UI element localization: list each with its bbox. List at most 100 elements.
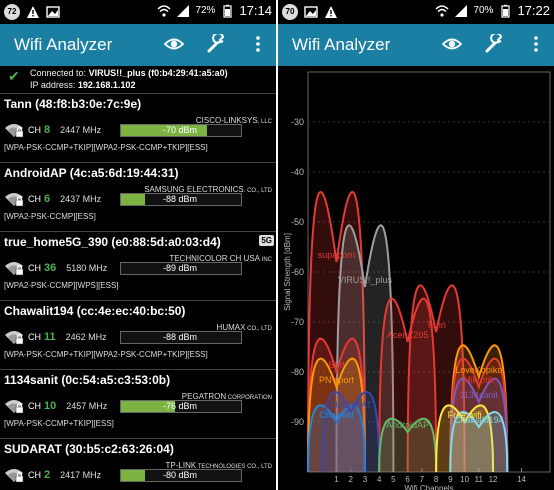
signal-meter: -80 dBm	[120, 469, 242, 482]
signal-meter: -88 dBm	[120, 193, 242, 206]
x-tick-label: 12	[489, 475, 498, 484]
series-label: 1134sanit	[460, 390, 499, 400]
clock: 17:22	[517, 3, 550, 18]
eye-icon[interactable]	[164, 34, 184, 54]
series-label: AndroidAP	[386, 420, 429, 430]
check-icon: ✔	[8, 68, 20, 84]
y-tick-label: -90	[291, 417, 304, 427]
channel-graph-svg: -30-40-50-60-70-80-901 2 3 4 5 6 7 8 9 10 11 12 14Si…	[283, 71, 551, 490]
list-item[interactable]: Chawalit194 (cc:4e:ec:40:bc:50) HUMAX CO.…	[0, 301, 276, 370]
app-title: Wifi Analyzer	[14, 35, 113, 54]
status-bar: 72 72% 17:14	[0, 0, 276, 24]
channel-label: CH	[28, 332, 41, 342]
frequency: 5180 MHz	[66, 263, 108, 273]
connected-ssid: VIRUS!!_plus (f0:b4:29:41:a5:a0)	[88, 68, 228, 78]
notification-badge: 70	[282, 4, 298, 20]
eye-icon[interactable]	[442, 34, 462, 54]
list-item[interactable]: true_home5G_390 (e0:88:5d:a0:03:d4) 5G TEC…	[0, 232, 276, 301]
series-label: PN sport	[319, 375, 355, 385]
series-label: Bird	[328, 360, 344, 370]
wifi-status-icon	[157, 4, 171, 17]
channel-label: CH	[28, 401, 41, 411]
ap-ssid: SUDARAT (30:b5:c2:63:26:04)	[4, 442, 174, 456]
battery-icon	[223, 4, 233, 18]
channel-label: CH	[28, 263, 41, 273]
x-tick-label: 3	[363, 475, 368, 484]
x-tick-label: 14	[517, 475, 526, 484]
ip-label: IP address:	[30, 80, 76, 90]
wrench-icon[interactable]	[206, 34, 226, 54]
secured-wifi-icon	[5, 193, 24, 207]
signal-dbm: -88 dBm	[163, 332, 198, 342]
list-item[interactable]: AndroidAP (4c:a5:6d:19:44:31) SAMSUNG ELE…	[0, 163, 276, 232]
ap-capabilities: [WPA2-PSK-CCMP][ESS]	[4, 212, 96, 221]
signal-icon	[455, 4, 468, 17]
x-tick-label: 1	[334, 475, 339, 484]
signal-meter-fill	[121, 194, 145, 205]
list-item[interactable]: 1134sanit (0c:54:a5:c3:53:0b) PEGATRON CO…	[0, 370, 276, 439]
signal-dbm: -89 dBm	[163, 263, 198, 273]
y-tick-label: -30	[291, 117, 304, 127]
ap-list[interactable]: ✔ Connected to: VIRUS!!_plus (f0:b4:29:4…	[0, 66, 276, 490]
vendor-suffix: CO., LTD	[245, 326, 272, 332]
channel-number: 10	[44, 400, 57, 412]
signal-meter: -89 dBm	[120, 262, 242, 275]
channel-number: 6	[44, 193, 51, 205]
channel-number: 2	[44, 469, 51, 481]
series-label: Mikrotik	[463, 375, 494, 385]
overflow-menu-icon[interactable]	[248, 34, 268, 54]
app-bar: Wifi Analyzer	[0, 24, 276, 66]
series-label: Acer Z205	[387, 330, 429, 340]
signal-dbm: -70 dBm	[163, 125, 198, 135]
image-icon	[304, 6, 318, 18]
y-tick-label: -80	[291, 367, 304, 377]
clock: 17:14	[239, 3, 272, 18]
ap-channel-row: CH 6 2437 MHz	[4, 191, 101, 207]
signal-meter-fill	[121, 470, 145, 481]
ap-ssid: true_home5G_390 (e0:88:5d:a0:03:d4)	[4, 235, 221, 249]
x-tick-label: 2	[348, 475, 353, 484]
y-axis-label: Signal Strength [dBm]	[283, 233, 292, 311]
ap-ssid: Tann (48:f8:b3:0e:7c:9e)	[4, 97, 142, 111]
list-item[interactable]: SUDARAT (30:b5:c2:63:26:04) TP-LINK TECHN…	[0, 439, 276, 490]
phone-screen-graph: 70 70% 17:22 Wifi Analyzer -30 -40 -50 -60 -…	[278, 0, 554, 490]
signal-meter: -88 dBm	[120, 331, 242, 344]
series-label: LoveKopiko	[455, 365, 502, 375]
secured-wifi-icon	[5, 469, 24, 483]
ap-channel-row: CH 10 2457 MHz	[4, 398, 107, 414]
frequency: 2417 MHz	[60, 470, 102, 480]
warning-icon	[325, 6, 337, 18]
channel-graph[interactable]: -30 -40 -50 -60 -70 -80 -90 1 2 3 4 5 6 7 8 9 10 11 12 14 Si…	[278, 66, 554, 490]
image-icon	[46, 6, 60, 18]
signal-dbm: -88 dBm	[163, 194, 198, 204]
y-tick-label: -60	[291, 267, 304, 277]
series-label: supaporn	[318, 250, 356, 260]
notification-badge: 72	[4, 4, 20, 20]
phone-screen-list: 72 72% 17:14 Wifi Analyzer ✔ Connected t…	[0, 0, 276, 490]
secured-wifi-icon	[5, 400, 24, 414]
battery-icon	[501, 4, 511, 18]
y-tick-label: -70	[291, 317, 304, 327]
ap-ssid: 1134sanit (0c:54:a5:c3:53:0b)	[4, 373, 171, 387]
wifi-status-icon	[435, 4, 449, 17]
ap-capabilities: [WPA-PSK-CCMP+TKIP][WPA2-PSK-CCMP+TKIP][…	[4, 143, 208, 152]
ap-capabilities: [WPA2-PSK-CCMP][WPS][ESS]	[4, 281, 119, 290]
ap-channel-row: CH 11 2462 MHz	[4, 329, 107, 345]
channel-number: 8	[44, 124, 51, 136]
overflow-menu-icon[interactable]	[526, 34, 546, 54]
channel-number: 36	[44, 262, 57, 274]
y-tick-label: -50	[291, 217, 304, 227]
list-item[interactable]: Tann (48:f8:b3:0e:7c:9e) CISCO-LINKSYS, L…	[0, 94, 276, 163]
ap-channel-row: CH 8 2447 MHz	[4, 122, 101, 138]
ap-ssid: AndroidAP (4c:a5:6d:19:44:31)	[4, 166, 179, 180]
secured-wifi-icon	[5, 124, 24, 138]
series-label: Chawalit	[319, 410, 354, 420]
wrench-icon[interactable]	[484, 34, 504, 54]
secured-wifi-icon	[5, 262, 24, 276]
app-bar: Wifi Analyzer	[278, 24, 554, 66]
ap-channel-row: CH 2 2417 MHz	[4, 467, 101, 483]
series-label: Chawalit194	[454, 415, 504, 425]
signal-meter: -76 dBm	[120, 400, 242, 413]
x-tick-label: 5	[391, 475, 396, 484]
vendor-suffix: . CO., LTD	[243, 188, 272, 194]
